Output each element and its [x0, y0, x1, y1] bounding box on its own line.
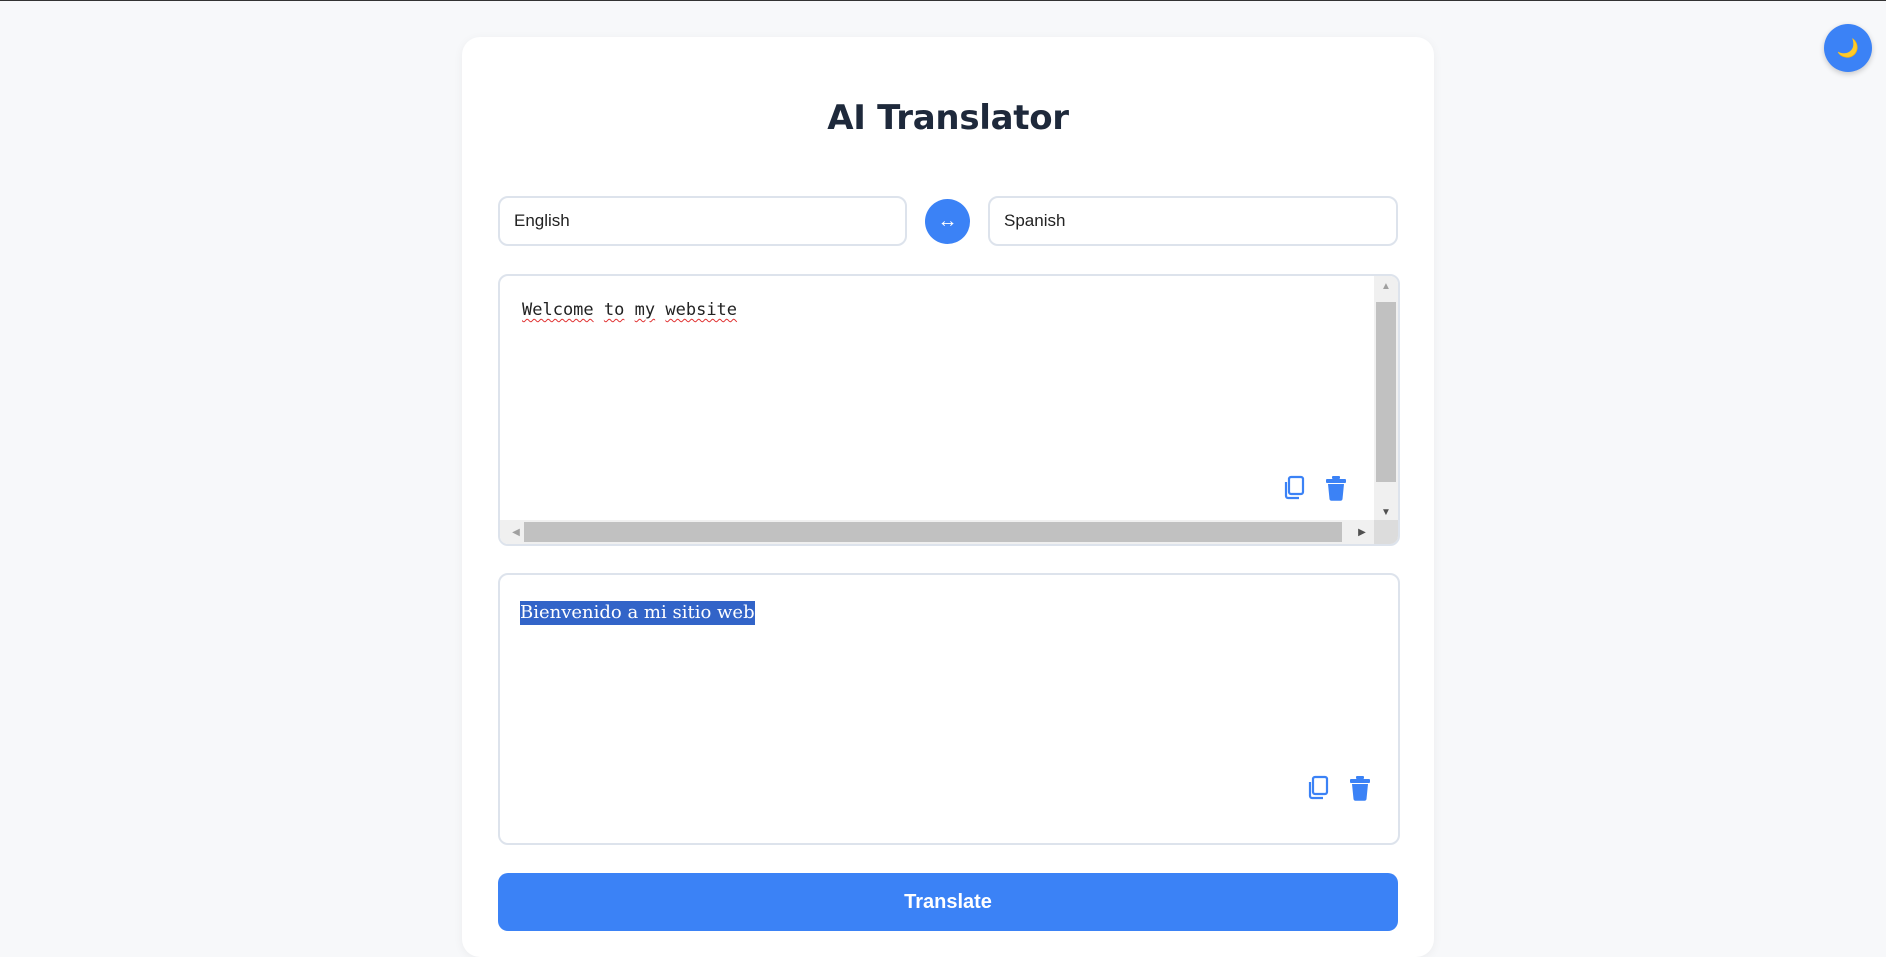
- scrollbar-corner: [1374, 520, 1398, 544]
- vertical-scrollbar[interactable]: ▲ ▼: [1374, 276, 1398, 522]
- window-top-border: [0, 0, 1886, 1]
- source-text-area[interactable]: Welcome to my website ▲ ▼ ◀ ▶: [498, 274, 1400, 546]
- source-word: to: [603, 300, 625, 320]
- scroll-left-arrow-icon[interactable]: ◀: [506, 520, 526, 544]
- trash-icon: [1326, 476, 1346, 501]
- vertical-scroll-thumb[interactable]: [1376, 302, 1396, 482]
- page-title: AI Translator: [827, 98, 1069, 138]
- source-text: Welcome to my website: [522, 300, 737, 320]
- source-word: website: [665, 300, 738, 320]
- trash-icon: [1350, 776, 1370, 801]
- clear-source-button[interactable]: [1322, 474, 1350, 502]
- target-language-input[interactable]: [988, 196, 1398, 246]
- copy-icon: [1284, 475, 1305, 500]
- swap-arrows-icon: ↔: [937, 210, 958, 232]
- source-language-input[interactable]: [498, 196, 907, 246]
- scroll-up-arrow-icon[interactable]: ▲: [1374, 276, 1398, 296]
- horizontal-scroll-thumb[interactable]: [524, 522, 1342, 542]
- horizontal-scrollbar[interactable]: ◀ ▶: [500, 520, 1376, 544]
- translation-output-area[interactable]: Bienvenido a mi sitio web: [498, 573, 1400, 845]
- scroll-down-arrow-icon[interactable]: ▼: [1374, 502, 1398, 522]
- translate-button[interactable]: Translate: [498, 873, 1398, 931]
- theme-toggle-button[interactable]: 🌙: [1824, 24, 1872, 72]
- clear-translation-button[interactable]: [1346, 774, 1374, 802]
- copy-translation-button[interactable]: [1304, 774, 1332, 802]
- translated-text[interactable]: Bienvenido a mi sitio web: [520, 601, 755, 625]
- moon-icon: 🌙: [1836, 37, 1860, 58]
- scroll-right-arrow-icon[interactable]: ▶: [1352, 520, 1372, 544]
- swap-languages-button[interactable]: ↔: [925, 199, 970, 244]
- copy-source-button[interactable]: [1280, 474, 1308, 502]
- source-word: Welcome: [522, 300, 594, 320]
- source-word: my: [634, 300, 656, 320]
- copy-icon: [1308, 775, 1329, 800]
